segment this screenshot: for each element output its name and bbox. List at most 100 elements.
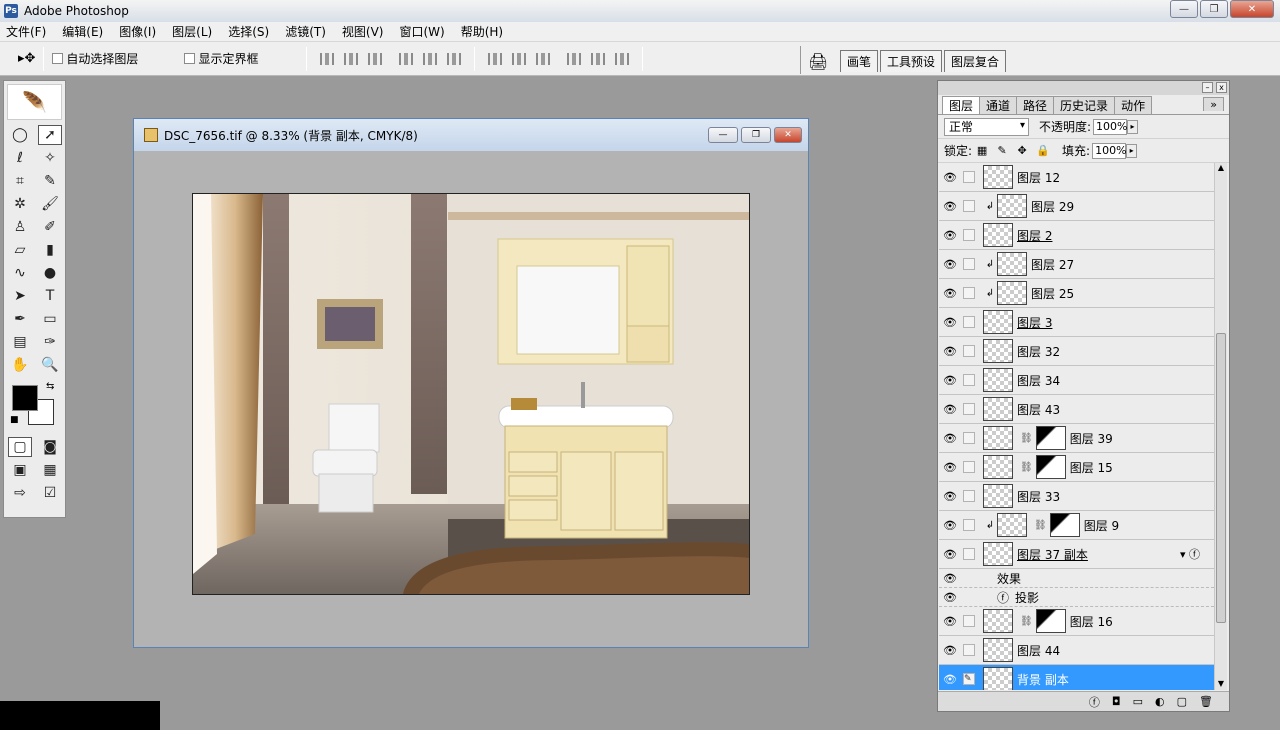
zoom-tool-icon[interactable]: 🔍 (38, 355, 62, 375)
default-colors-icon[interactable]: ■ (10, 415, 19, 425)
quick-mask-mode-icon[interactable]: ◙ (38, 437, 62, 457)
layer-link-box[interactable] (963, 615, 975, 627)
layer-link-box[interactable] (963, 490, 975, 502)
distribute-bottom-icon[interactable] (536, 52, 551, 65)
eye-visibility-icon[interactable]: 👁 (939, 432, 961, 445)
clone-stamp-tool-icon[interactable]: ♙ (8, 217, 32, 237)
menu-view[interactable]: 视图(V) (342, 23, 384, 40)
blend-mode-select[interactable]: 正常 (944, 117, 1029, 136)
layer-row[interactable]: 👁 ⛓ 图层 15 (939, 453, 1214, 482)
fill-input[interactable]: 100% (1092, 142, 1127, 159)
align-vcenter-icon[interactable] (344, 52, 359, 65)
jump-to-imageready-icon[interactable]: ⇨ (8, 483, 32, 503)
move-tool-preset-icon[interactable]: ▸✥ (18, 51, 35, 66)
layer-link-box[interactable] (963, 644, 975, 656)
scroll-up-icon[interactable]: ▲ (1215, 163, 1227, 172)
layer-row[interactable]: 👁 图层 44 (939, 636, 1214, 665)
distribute-top-icon[interactable] (488, 52, 503, 65)
document-minimize-button[interactable]: — (708, 127, 738, 143)
brush-tool-icon[interactable]: 🖌 (38, 194, 62, 214)
standard-mode-icon[interactable]: ▢ (8, 437, 32, 457)
palette-tab-layer-comps[interactable]: 图层复合 (944, 50, 1007, 72)
type-tool-icon[interactable]: T (38, 286, 62, 306)
layer-link-box[interactable] (963, 374, 975, 386)
gradient-tool-icon[interactable]: ▮ (38, 240, 62, 260)
edit-in-imageready-icon[interactable]: ☑ (38, 483, 62, 503)
eye-visibility-icon[interactable]: 👁 (939, 519, 961, 532)
eye-visibility-icon[interactable]: 👁 (939, 548, 961, 561)
menu-help[interactable]: 帮助(H) (461, 23, 503, 40)
menu-window[interactable]: 窗口(W) (399, 23, 444, 40)
screen-mode-icon[interactable]: ▣ (8, 460, 32, 480)
tab-actions[interactable]: 动作 (1114, 96, 1153, 114)
opacity-input[interactable]: 100% (1093, 118, 1128, 135)
add-mask-icon[interactable]: ◘ (1112, 695, 1121, 708)
menu-file[interactable]: 文件(F) (6, 23, 46, 40)
eye-visibility-icon[interactable]: 👁 (939, 591, 961, 604)
healing-brush-tool-icon[interactable]: ✲ (8, 194, 32, 214)
palette-tab-tool-presets[interactable]: 工具预设 (880, 50, 943, 72)
layer-row[interactable]: 👁 ↲ 图层 29 (939, 192, 1214, 221)
drop-shadow-row[interactable]: 👁 ⓕ 投影 (939, 588, 1214, 607)
layer-link-box[interactable] (963, 287, 975, 299)
layer-link-box[interactable] (963, 229, 975, 241)
document-close-button[interactable]: ✕ (774, 127, 802, 143)
eye-visibility-icon[interactable]: 👁 (939, 572, 961, 585)
align-top-icon[interactable] (320, 52, 335, 65)
panel-minimize-button[interactable]: – (1202, 82, 1213, 93)
layer-link-box[interactable] (963, 316, 975, 328)
chain-link-icon[interactable]: ⛓ (1020, 616, 1033, 627)
magic-wand-tool-icon[interactable]: ✧ (38, 148, 62, 168)
scroll-down-icon[interactable]: ▼ (1215, 679, 1227, 688)
layer-link-box[interactable] (963, 345, 975, 357)
foreground-color-swatch[interactable] (12, 385, 38, 411)
layer-row[interactable]: 👁 图层 33 (939, 482, 1214, 511)
eye-visibility-icon[interactable]: 👁 (939, 258, 961, 271)
new-group-icon[interactable]: ▭ (1133, 695, 1143, 708)
menu-edit[interactable]: 编辑(E) (62, 23, 103, 40)
pen-tool-icon[interactable]: ✒ (8, 309, 32, 329)
distribute-right-icon[interactable] (615, 52, 630, 65)
menu-layer[interactable]: 图层(L) (172, 23, 212, 40)
fill-slider-arrow-icon[interactable]: ▸ (1126, 143, 1138, 158)
eye-visibility-icon[interactable]: 👁 (939, 316, 961, 329)
eye-visibility-icon[interactable]: 👁 (939, 229, 961, 242)
marquee-tool-icon[interactable]: ◯ (8, 125, 32, 145)
layers-scrollbar[interactable]: ▲ ▼ (1214, 163, 1227, 690)
lock-position-icon[interactable]: ✥ (1016, 144, 1028, 157)
layer-row[interactable]: 👁 ⛓ 图层 39 (939, 424, 1214, 453)
layer-link-box[interactable] (963, 519, 975, 531)
layer-row[interactable]: 👁 图层 34 (939, 366, 1214, 395)
palette-tab-brushes[interactable]: 画笔 (840, 50, 879, 72)
eye-visibility-icon[interactable]: 👁 (939, 461, 961, 474)
add-style-icon[interactable]: ⓕ (1089, 694, 1100, 710)
crop-tool-icon[interactable]: ⌗ (8, 171, 32, 191)
document-restore-button[interactable]: ❐ (741, 127, 771, 143)
dodge-tool-icon[interactable]: ● (38, 263, 62, 283)
layer-row[interactable]: 👁 图层 3 (939, 308, 1214, 337)
align-bottom-icon[interactable] (368, 52, 383, 65)
layer-mask-thumbnail[interactable] (1035, 455, 1066, 479)
layer-link-box[interactable] (963, 200, 975, 212)
eye-visibility-icon[interactable]: 👁 (939, 615, 961, 628)
tab-history[interactable]: 历史记录 (1053, 96, 1116, 114)
effects-indicator-icon[interactable]: ▾ ⓕ (1180, 546, 1200, 562)
notes-tool-icon[interactable]: ▤ (8, 332, 32, 352)
close-button[interactable]: ✕ (1230, 0, 1274, 18)
eye-visibility-icon[interactable]: 👁 (939, 490, 961, 503)
align-left-icon[interactable] (399, 52, 414, 65)
swap-colors-icon[interactable]: ⇆ (46, 381, 54, 392)
distribute-left-icon[interactable] (567, 52, 582, 65)
layer-row[interactable]: 👁 ⛓ 图层 16 (939, 607, 1214, 636)
tab-layers[interactable]: 图层 (942, 96, 981, 114)
slice-tool-icon[interactable]: ✎ (38, 171, 62, 191)
layer-row[interactable]: 👁 ↲ 图层 25 (939, 279, 1214, 308)
eye-visibility-icon[interactable]: 👁 (939, 673, 961, 686)
eye-visibility-icon[interactable]: 👁 (939, 287, 961, 300)
align-hcenter-icon[interactable] (423, 52, 438, 65)
blur-tool-icon[interactable]: ∿ (8, 263, 32, 283)
layer-link-box[interactable] (963, 461, 975, 473)
history-brush-tool-icon[interactable]: ✐ (38, 217, 62, 237)
layer-mask-thumbnail[interactable] (1049, 513, 1080, 537)
panel-menu-icon[interactable]: » (1203, 97, 1224, 111)
